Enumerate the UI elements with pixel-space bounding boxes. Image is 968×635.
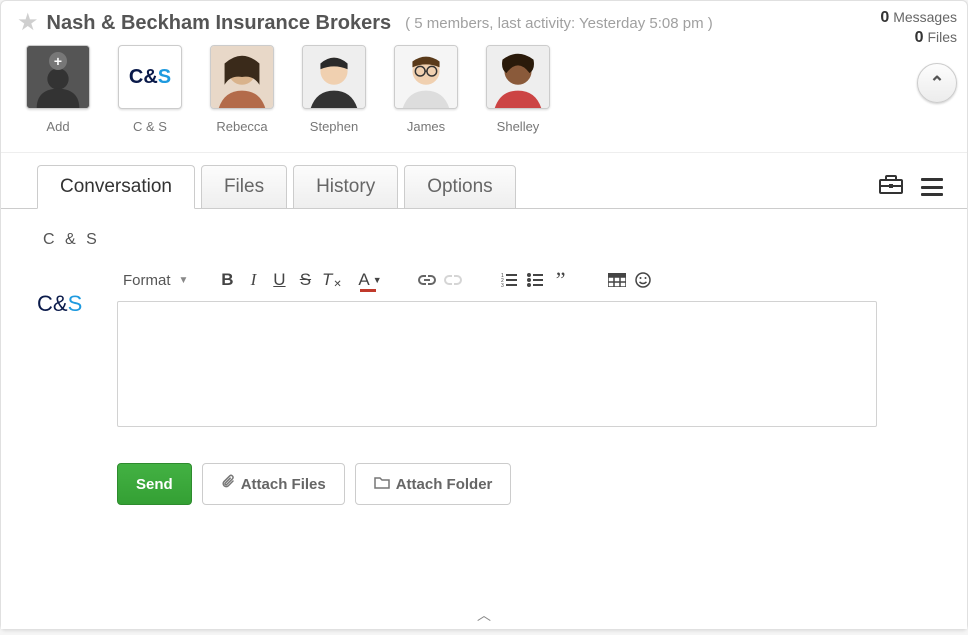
send-button[interactable]: Send xyxy=(117,463,192,505)
member-cs[interactable]: C&S C & S xyxy=(115,45,185,134)
italic-button[interactable]: I xyxy=(242,269,264,291)
star-icon[interactable]: ★ xyxy=(17,11,39,35)
unlink-button[interactable] xyxy=(442,269,464,291)
title-row: ★ Nash & Beckham Insurance Brokers ( 5 m… xyxy=(17,11,951,35)
files-label: Files xyxy=(927,29,957,45)
member-name: C & S xyxy=(133,119,167,134)
add-icon: + xyxy=(26,45,90,109)
avatar xyxy=(210,45,274,109)
tab-history[interactable]: History xyxy=(293,165,398,209)
attach-files-button[interactable]: Attach Files xyxy=(202,463,345,505)
bullet-list-button[interactable] xyxy=(524,269,546,291)
member-name: Rebecca xyxy=(216,119,267,134)
files-count-line: 0 Files xyxy=(857,29,957,47)
messages-label: Messages xyxy=(893,9,957,25)
tab-files[interactable]: Files xyxy=(201,165,287,209)
scroll-up-button[interactable]: ⌃ xyxy=(917,63,957,103)
chevron-up-icon: ⌃ xyxy=(929,73,944,94)
font-color-button[interactable]: A▼ xyxy=(358,269,381,291)
emoji-button[interactable] xyxy=(632,269,654,291)
editor: Format ▼ B I U S T✕ A▼ xyxy=(117,263,931,427)
tabs-row: Conversation Files History Options xyxy=(1,153,967,209)
messages-count: 0 xyxy=(880,9,889,26)
group-title: Nash & Beckham Insurance Brokers xyxy=(47,12,392,35)
chevron-up-icon: ︿ xyxy=(477,607,491,623)
clear-format-button[interactable]: T✕ xyxy=(320,269,342,291)
tab-options[interactable]: Options xyxy=(404,165,515,209)
avatar xyxy=(302,45,366,109)
folder-icon xyxy=(374,475,390,493)
composer-author-label: C & S xyxy=(43,231,931,249)
member-shelley[interactable]: Shelley xyxy=(483,45,553,134)
add-member-button[interactable]: + Add xyxy=(23,45,93,134)
ordered-list-button[interactable]: 123 xyxy=(498,269,520,291)
paperclip-icon xyxy=(221,474,235,494)
group-meta: ( 5 members, last activity: Yesterday 5:… xyxy=(405,15,713,32)
composer-actions: Send Attach Files Attach Folder xyxy=(117,463,931,505)
attach-files-label: Attach Files xyxy=(241,476,326,493)
member-name: Stephen xyxy=(310,119,358,134)
editor-toolbar: Format ▼ B I U S T✕ A▼ xyxy=(117,263,931,301)
chevron-down-icon: ▼ xyxy=(179,275,189,286)
member-james[interactable]: James xyxy=(391,45,461,134)
svg-text:3: 3 xyxy=(501,283,504,287)
group-header: ★ Nash & Beckham Insurance Brokers ( 5 m… xyxy=(1,1,967,153)
menu-icon[interactable] xyxy=(921,178,943,196)
format-dropdown[interactable]: Format xyxy=(123,272,171,289)
member-name: James xyxy=(407,119,445,134)
bold-button[interactable]: B xyxy=(216,269,238,291)
avatar xyxy=(394,45,458,109)
avatar xyxy=(486,45,550,109)
stats-panel: 0 Messages 0 Files ⌃ xyxy=(857,9,957,103)
member-name: Shelley xyxy=(497,119,540,134)
app-shell: ★ Nash & Beckham Insurance Brokers ( 5 m… xyxy=(0,0,968,630)
avatar: C&S xyxy=(118,45,182,109)
composer-avatar: C&S xyxy=(37,283,93,325)
underline-button[interactable]: U xyxy=(268,269,290,291)
member-rebecca[interactable]: Rebecca xyxy=(207,45,277,134)
message-input[interactable] xyxy=(117,301,877,427)
attach-folder-button[interactable]: Attach Folder xyxy=(355,463,512,505)
table-button[interactable] xyxy=(606,269,628,291)
strike-button[interactable]: S xyxy=(294,269,316,291)
composer: C&S Format ▼ B I U S T✕ A▼ xyxy=(37,263,931,427)
member-stephen[interactable]: Stephen xyxy=(299,45,369,134)
attach-folder-label: Attach Folder xyxy=(396,476,493,493)
files-count: 0 xyxy=(915,29,924,46)
messages-count-line: 0 Messages xyxy=(857,9,957,27)
blockquote-button[interactable]: ” xyxy=(550,269,572,291)
tab-conversation[interactable]: Conversation xyxy=(37,165,195,209)
expand-down-button[interactable]: ︿ xyxy=(477,605,491,625)
toolbox-icon[interactable] xyxy=(879,174,903,200)
members-row: + Add C&S C & S Rebecca xyxy=(17,45,951,134)
conversation-panel: C & S C&S Format ▼ B I U S T✕ A▼ xyxy=(1,209,967,629)
link-button[interactable] xyxy=(416,269,438,291)
member-name: Add xyxy=(46,119,69,134)
